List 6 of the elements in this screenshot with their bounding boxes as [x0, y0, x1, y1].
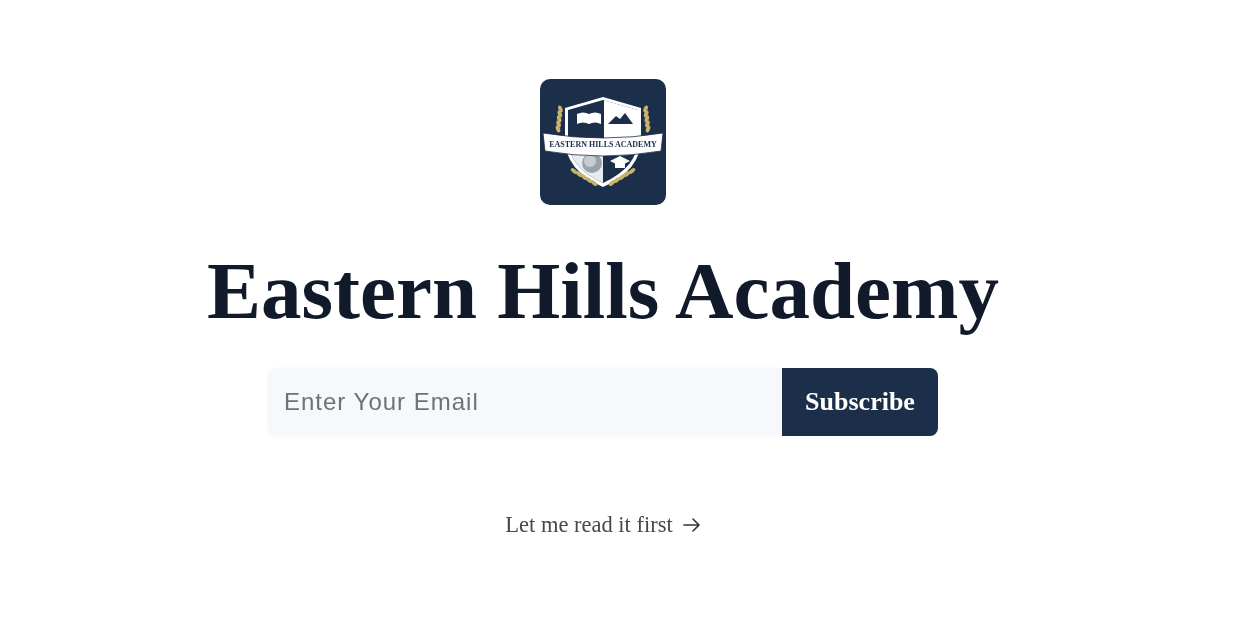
- read-first-link[interactable]: Let me read it first: [505, 510, 701, 540]
- crest-banner-text: EASTERN HILLS ACADEMY: [549, 140, 657, 149]
- arrow-right-icon: [682, 518, 701, 532]
- email-input[interactable]: Enter Your Email: [268, 368, 782, 436]
- subscribe-button[interactable]: Subscribe: [782, 368, 938, 436]
- page-title: Eastern Hills Academy: [207, 245, 999, 338]
